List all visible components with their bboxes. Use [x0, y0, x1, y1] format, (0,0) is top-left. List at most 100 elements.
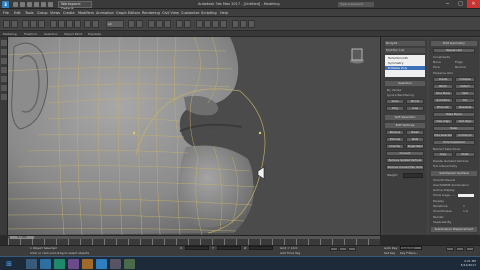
menu-graph-editors[interactable]: Graph Editors [116, 10, 140, 16]
menu-customize[interactable]: Customize [181, 10, 199, 16]
menu-create[interactable]: Create [63, 10, 75, 16]
snap-icon[interactable] [148, 20, 155, 28]
cut-button[interactable]: Cut [455, 98, 475, 103]
hierarchy-tool-icon[interactable] [1, 67, 7, 73]
render-icon[interactable] [248, 20, 255, 28]
attach-button[interactable]: Attach [433, 84, 453, 89]
stack-item-turbosmooth[interactable]: TurboSmooth [388, 56, 408, 60]
select-by-name-icon[interactable] [58, 20, 65, 28]
app-icon-2[interactable] [110, 259, 121, 269]
nav-cube-icon[interactable] [350, 48, 364, 64]
object-name-field[interactable]: Body01 [385, 41, 425, 46]
open-icon[interactable] [20, 2, 25, 7]
workspace-dropdown[interactable]: Workspace: Default [58, 1, 92, 11]
z-coordinate-field[interactable] [249, 246, 273, 250]
stack-item-editable-poly[interactable]: Editable Poly [385, 66, 425, 70]
menu-modifiers[interactable]: Modifiers [78, 10, 94, 16]
menu-edit[interactable]: Edit [14, 10, 21, 16]
pivot-icon[interactable] [136, 20, 143, 28]
remove-unused-map-verts-button[interactable]: Remove Unused Map Verts [386, 165, 424, 170]
tessellate-button[interactable]: Tessellate [455, 105, 475, 110]
zoom-icon[interactable] [446, 247, 454, 251]
remove-button[interactable]: Remove [386, 130, 404, 135]
browser-icon[interactable] [40, 259, 51, 269]
connect-button[interactable]: Connect [386, 151, 424, 156]
redo-button[interactable] [11, 20, 18, 28]
close-button[interactable]: ✕ [467, 0, 480, 8]
subdivision-surface-header[interactable]: Subdivision Surface [431, 171, 477, 176]
remove-isolated-button[interactable]: Remove Isolated Vertices [386, 158, 424, 163]
minimize-button[interactable]: ─ [441, 0, 454, 8]
modify-tool-icon[interactable] [1, 58, 7, 64]
search-input[interactable]: Type a keyword [338, 2, 374, 7]
hide-selected-button[interactable]: Hide Selected [433, 133, 453, 138]
constraint-normal-radio[interactable]: Normal [455, 65, 466, 69]
subdivision-displacement-header[interactable]: Subdivision Displacement [431, 227, 477, 232]
constraint-edge-radio[interactable]: Edge [455, 60, 463, 64]
repeat-last-button[interactable]: Repeat Last [433, 48, 475, 53]
quickslice-button[interactable]: QuickSlice [433, 98, 453, 103]
schematic-view-icon[interactable] [212, 20, 219, 28]
hide-unselected-button[interactable]: Hide Unselected [433, 140, 475, 145]
selection-rollout-header[interactable]: Selection [385, 81, 425, 86]
make-planar-button[interactable]: Make Planar [433, 112, 475, 117]
x-coordinate-field[interactable] [185, 246, 209, 250]
y-coordinate-field[interactable] [217, 246, 241, 250]
unlink-icon[interactable] [30, 20, 37, 28]
detach-button[interactable]: Detach [455, 84, 475, 89]
pan-icon[interactable] [466, 247, 474, 251]
undo-icon[interactable] [34, 2, 39, 7]
window-crossing-icon[interactable] [74, 20, 81, 28]
preserve-uvs-checkbox[interactable]: Preserve UVs [433, 71, 453, 75]
menu-file[interactable]: File [3, 10, 9, 16]
by-vertex-checkbox[interactable]: By Vertex [387, 88, 401, 92]
split-button[interactable]: Split [455, 91, 475, 96]
save-icon[interactable] [27, 2, 32, 7]
menu-scripting[interactable]: Scripting [201, 10, 217, 16]
folder-icon[interactable] [82, 259, 93, 269]
cage-color-swatch[interactable] [458, 194, 474, 197]
utilities-tool-icon[interactable] [1, 94, 7, 100]
menu-animation[interactable]: Animation [96, 10, 114, 16]
stack-item-symmetry[interactable]: Symmetry [388, 61, 404, 65]
app-icon[interactable] [54, 259, 65, 269]
iterations-value[interactable]: 1 [463, 204, 465, 208]
menu-help[interactable]: Help [220, 10, 228, 16]
align-icon[interactable] [184, 20, 191, 28]
ignore-backfacing-checkbox[interactable]: Ignore Backfacing [387, 93, 414, 97]
media-icon[interactable] [68, 259, 79, 269]
view-align-button[interactable]: View Align [433, 119, 453, 124]
create-button[interactable]: Create [433, 77, 453, 82]
loop-button[interactable]: Loop [406, 106, 424, 111]
ring-button[interactable]: Ring [386, 106, 404, 111]
constraint-none-radio[interactable]: None [433, 60, 441, 64]
menu-group[interactable]: Group [37, 10, 48, 16]
app-logo-icon[interactable]: 3 [2, 1, 9, 8]
render-setup-icon[interactable] [232, 20, 239, 28]
selection-filter-dropdown[interactable]: All [106, 20, 124, 28]
smooth-result-checkbox[interactable]: Smooth Result [433, 178, 455, 182]
bind-space-warp-icon[interactable] [38, 20, 45, 28]
material-editor-icon[interactable] [220, 20, 227, 28]
app-icon-3[interactable] [124, 259, 135, 269]
display-tool-icon[interactable] [1, 85, 7, 91]
full-interactivity-checkbox[interactable]: Full Interactivity [433, 164, 457, 168]
perspective-viewport[interactable] [8, 37, 380, 235]
maximize-button[interactable]: □ [454, 0, 467, 8]
curve-editor-icon[interactable] [204, 20, 211, 28]
show-cage-checkbox[interactable]: Show Cage...... [433, 193, 455, 197]
windows-start-icon[interactable]: ⊞ [3, 259, 15, 269]
rotate-icon[interactable] [92, 20, 99, 28]
play-forward-icon[interactable] [348, 247, 356, 251]
add-time-tag[interactable]: Add Time Tag [280, 251, 300, 255]
percent-snap-icon[interactable] [164, 20, 171, 28]
copy-button[interactable]: Copy [433, 152, 453, 157]
3dsmax-taskbar-icon[interactable] [96, 259, 107, 269]
collapse-button[interactable]: Collapse [455, 77, 475, 82]
paste-button[interactable]: Paste [455, 152, 475, 157]
rect-selection-icon[interactable] [66, 20, 73, 28]
mirror-icon[interactable] [176, 20, 183, 28]
undo-button[interactable] [3, 20, 10, 28]
selected-dropdown[interactable]: Selected [400, 246, 422, 250]
play-icon[interactable] [339, 247, 347, 251]
